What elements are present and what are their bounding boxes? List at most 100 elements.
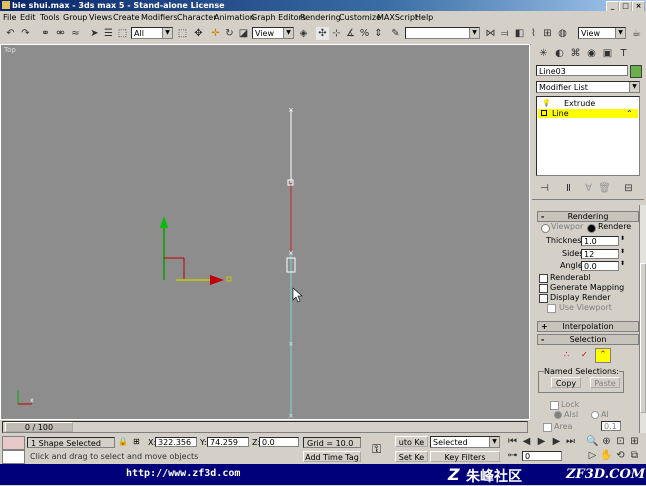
angle-spinner[interactable]: 0.0 <box>581 261 619 271</box>
interpolation-rollout-header[interactable]: + Interpolation <box>537 321 639 332</box>
ref-coord-dropdown[interactable]: View ▼ <box>252 27 294 39</box>
pan-icon[interactable]: ✋ <box>600 449 613 462</box>
maximize-viewport-icon[interactable]: ⧉ <box>628 449 641 462</box>
maxscript-listener[interactable] <box>2 436 25 450</box>
layer-icon[interactable]: ◧ <box>513 27 526 40</box>
sides-spinner[interactable]: 12 <box>581 249 619 259</box>
object-name-field[interactable]: Line03 <box>536 65 628 76</box>
key-mode-toggle-icon[interactable]: ⊶ <box>506 449 519 462</box>
maxscript-mini-listener[interactable] <box>2 450 25 464</box>
display-tab-icon[interactable]: ▣ <box>601 47 614 60</box>
motion-tab-icon[interactable]: ◉ <box>585 47 598 60</box>
generate-mapping-checkbox[interactable] <box>539 284 548 293</box>
current-frame-field[interactable]: 0 <box>522 451 562 461</box>
area-checkbox[interactable] <box>543 423 552 432</box>
rotate-icon[interactable]: ↻ <box>223 27 236 40</box>
show-end-result-icon[interactable]: Ⅱ <box>562 182 575 195</box>
align-icon[interactable]: ⫤ <box>498 27 511 40</box>
menu-character[interactable]: Character <box>177 13 217 22</box>
key-mode-dropdown[interactable]: Selected ▼ <box>430 436 500 448</box>
menu-edit[interactable]: Edit <box>20 13 36 22</box>
menu-modifiers[interactable]: Modifiers <box>141 13 178 22</box>
pivot-center-icon[interactable]: ◈ <box>297 27 310 40</box>
use-viewport-checkbox[interactable] <box>547 304 556 313</box>
lock-handles-checkbox[interactable] <box>550 401 559 410</box>
menu-tools[interactable]: Tools <box>40 13 60 22</box>
curve-editor-icon[interactable]: ⌇ <box>527 27 540 40</box>
rendering-rollout-header[interactable]: - Rendering <box>537 211 639 222</box>
selection-filter-dropdown[interactable]: All ▼ <box>131 27 173 39</box>
all-radio[interactable] <box>591 411 599 419</box>
x-coord-field[interactable]: 322.356 <box>155 437 197 447</box>
select-icon[interactable]: ➤ <box>88 27 101 40</box>
utilities-tab-icon[interactable]: T <box>617 47 630 60</box>
remove-modifier-icon[interactable]: 🗑 <box>598 182 611 195</box>
previous-frame-icon[interactable]: ◀ <box>520 435 533 448</box>
named-selection-dropdown[interactable]: ▼ <box>405 27 480 39</box>
add-time-tag-button[interactable]: Add Time Tag <box>303 451 361 462</box>
mirror-icon[interactable]: ⋈ <box>484 27 497 40</box>
select-manipulate-icon[interactable]: ✣ <box>316 27 329 40</box>
link-icon[interactable]: ⚭ <box>39 27 52 40</box>
region-select-icon[interactable]: ⬚ <box>116 27 129 40</box>
spinner-snap-icon[interactable]: ⇕ <box>372 27 385 40</box>
play-icon[interactable]: ▶ <box>535 435 548 448</box>
window-crossing-icon[interactable]: ⬚ <box>176 27 189 40</box>
key-filters-button[interactable]: Key Filters <box>430 451 500 462</box>
undo-icon[interactable]: ↶ <box>4 27 17 40</box>
angle-snap-icon[interactable]: ∡ <box>344 27 357 40</box>
key-icon[interactable]: ⚿ <box>372 442 381 457</box>
redo-icon[interactable]: ↷ <box>19 27 32 40</box>
modify-tab-icon[interactable]: ◐ <box>553 47 566 60</box>
modifier-list-dropdown[interactable]: Modifier List ▼ <box>536 81 640 93</box>
segment-level-icon[interactable]: ✓ <box>581 350 588 359</box>
named-selection-icon[interactable]: ✎ <box>389 27 402 40</box>
spline-line03[interactable]: × × × × <box>286 106 296 420</box>
viewport-radio[interactable] <box>541 224 550 233</box>
material-editor-icon[interactable]: ◍ <box>556 27 569 40</box>
scrollbar-thumb[interactable] <box>640 263 646 413</box>
stack-item-line[interactable]: Line ⌃ <box>538 109 638 118</box>
menu-graph-editors[interactable]: Graph Editors <box>251 13 306 22</box>
thickness-spinner[interactable]: 1.0 <box>581 236 619 246</box>
transform-gizmo[interactable] <box>160 216 232 285</box>
set-key-button[interactable]: Set Ke <box>395 451 428 462</box>
renderer-radio[interactable] <box>587 224 596 233</box>
menu-file[interactable]: File <box>3 13 16 22</box>
menu-maxscript[interactable]: MAXScript <box>377 13 418 22</box>
stack-item-extrude[interactable]: 💡 Extrude <box>540 99 637 108</box>
scale-icon[interactable]: ◪ <box>237 27 250 40</box>
menu-group[interactable]: Group <box>63 13 87 22</box>
alike-radio[interactable] <box>554 411 562 419</box>
make-unique-icon[interactable]: ∀ <box>582 182 595 195</box>
expand-icon[interactable] <box>541 110 547 116</box>
arc-rotate-icon[interactable]: ⟲ <box>614 449 627 462</box>
zoom-icon[interactable]: 🔍 <box>586 435 599 448</box>
configure-sets-icon[interactable]: ⊟ <box>622 182 635 195</box>
display-render-checkbox[interactable] <box>539 294 548 303</box>
spinner-arrows-icon[interactable]: ⬍ <box>620 260 625 267</box>
pin-stack-icon[interactable]: ⊣ <box>538 182 551 195</box>
next-frame-icon[interactable]: ▶ <box>550 435 563 448</box>
y-coord-field[interactable]: 74.259 <box>207 437 249 447</box>
menu-views[interactable]: Views <box>89 13 112 22</box>
snap-icon[interactable]: ⊹ <box>330 27 343 40</box>
auto-key-button[interactable]: uto Ke <box>395 436 428 447</box>
select-move-icon[interactable]: ✥ <box>192 27 205 40</box>
menu-create[interactable]: Create <box>113 13 140 22</box>
lock-icon[interactable]: 🔒 <box>118 437 128 446</box>
menu-customize[interactable]: Customize <box>339 13 381 22</box>
go-to-start-icon[interactable]: ⏮ <box>506 435 519 448</box>
render-type-dropdown[interactable]: View ▼ <box>578 27 626 39</box>
quick-render-icon[interactable]: ☕ <box>630 27 643 40</box>
zoom-extents-all-icon[interactable]: ⊞ <box>628 435 641 448</box>
menu-help[interactable]: Help <box>415 13 433 22</box>
time-slider-track[interactable]: 0 / 100 <box>2 421 528 433</box>
time-slider-thumb[interactable]: 0 / 100 <box>5 422 73 432</box>
spline-level-icon[interactable]: ⌃ <box>595 348 611 363</box>
object-color-swatch[interactable] <box>630 65 642 78</box>
spinner-arrows-icon[interactable]: ⬍ <box>620 248 625 255</box>
area-spinner[interactable]: 0.1 <box>601 421 621 431</box>
schematic-icon[interactable]: ⊞ <box>541 27 554 40</box>
field-of-view-icon[interactable]: ▷ <box>586 449 599 462</box>
